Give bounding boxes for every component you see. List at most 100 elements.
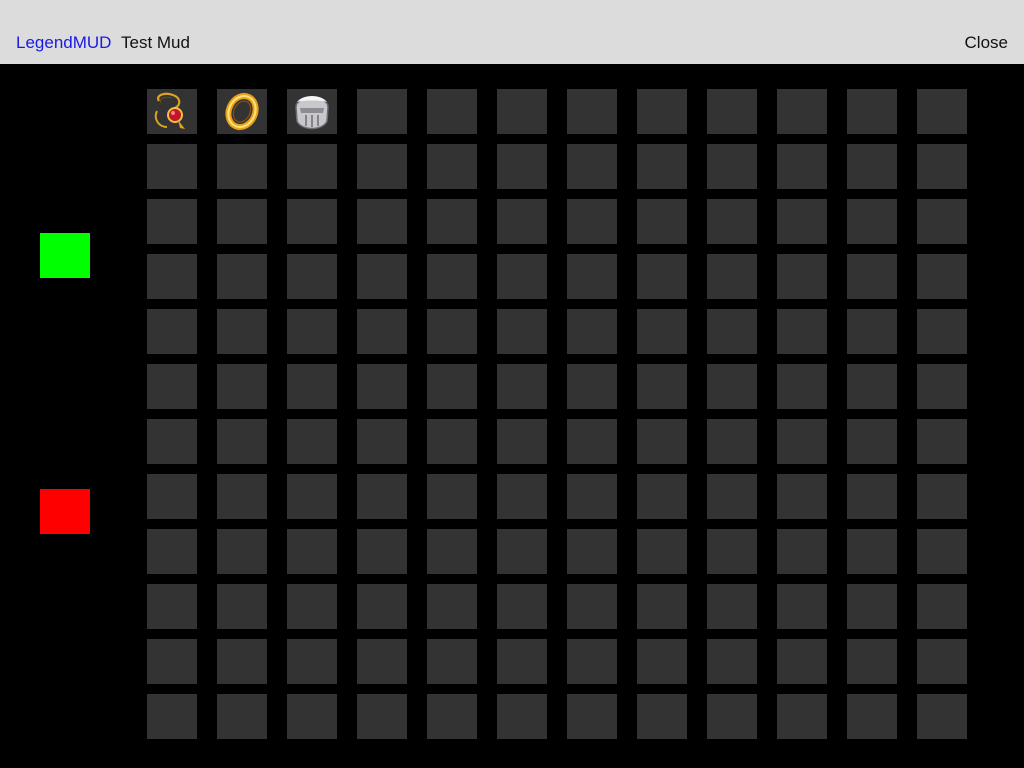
inventory-slot-empty[interactable]: [357, 419, 407, 464]
inventory-slot-empty[interactable]: [847, 474, 897, 519]
inventory-slot-empty[interactable]: [777, 529, 827, 574]
inventory-slot-empty[interactable]: [217, 529, 267, 574]
inventory-slot-empty[interactable]: [707, 639, 757, 684]
inventory-slot-empty[interactable]: [497, 199, 547, 244]
inventory-slot-empty[interactable]: [637, 254, 687, 299]
inventory-slot-empty[interactable]: [427, 89, 477, 134]
inventory-slot-empty[interactable]: [777, 199, 827, 244]
inventory-slot-empty[interactable]: [497, 144, 547, 189]
inventory-slot-empty[interactable]: [497, 364, 547, 409]
inventory-slot-item[interactable]: [287, 89, 337, 134]
inventory-slot-empty[interactable]: [917, 89, 967, 134]
inventory-slot-empty[interactable]: [357, 529, 407, 574]
inventory-slot-empty[interactable]: [847, 254, 897, 299]
inventory-slot-empty[interactable]: [637, 584, 687, 629]
inventory-slot-empty[interactable]: [847, 199, 897, 244]
inventory-slot-empty[interactable]: [707, 309, 757, 354]
inventory-slot-empty[interactable]: [847, 89, 897, 134]
inventory-slot-empty[interactable]: [917, 639, 967, 684]
inventory-slot-empty[interactable]: [847, 309, 897, 354]
inventory-slot-empty[interactable]: [917, 309, 967, 354]
inventory-slot-empty[interactable]: [917, 529, 967, 574]
inventory-slot-empty[interactable]: [357, 694, 407, 739]
inventory-slot-empty[interactable]: [147, 144, 197, 189]
inventory-slot-empty[interactable]: [707, 364, 757, 409]
inventory-slot-empty[interactable]: [357, 89, 407, 134]
inventory-slot-empty[interactable]: [287, 584, 337, 629]
inventory-slot-empty[interactable]: [917, 254, 967, 299]
inventory-slot-empty[interactable]: [357, 584, 407, 629]
inventory-slot-empty[interactable]: [777, 254, 827, 299]
inventory-slot-empty[interactable]: [637, 199, 687, 244]
inventory-slot-empty[interactable]: [147, 364, 197, 409]
inventory-slot-empty[interactable]: [147, 309, 197, 354]
inventory-slot-empty[interactable]: [637, 694, 687, 739]
inventory-slot-empty[interactable]: [357, 364, 407, 409]
inventory-slot-empty[interactable]: [777, 419, 827, 464]
inventory-slot-empty[interactable]: [567, 144, 617, 189]
inventory-slot-empty[interactable]: [217, 254, 267, 299]
inventory-slot-empty[interactable]: [147, 529, 197, 574]
inventory-slot-empty[interactable]: [217, 144, 267, 189]
inventory-slot-empty[interactable]: [847, 584, 897, 629]
inventory-slot-empty[interactable]: [427, 694, 477, 739]
inventory-slot-empty[interactable]: [287, 144, 337, 189]
inventory-slot-empty[interactable]: [917, 694, 967, 739]
inventory-slot-empty[interactable]: [427, 419, 477, 464]
inventory-slot-empty[interactable]: [567, 419, 617, 464]
inventory-slot-empty[interactable]: [917, 144, 967, 189]
inventory-slot-empty[interactable]: [707, 144, 757, 189]
inventory-slot-empty[interactable]: [637, 419, 687, 464]
inventory-slot-empty[interactable]: [707, 529, 757, 574]
inventory-slot-empty[interactable]: [847, 419, 897, 464]
inventory-slot-empty[interactable]: [777, 694, 827, 739]
close-button[interactable]: Close: [965, 33, 1008, 53]
inventory-slot-empty[interactable]: [497, 474, 547, 519]
inventory-slot-empty[interactable]: [217, 639, 267, 684]
inventory-slot-empty[interactable]: [917, 474, 967, 519]
inventory-slot-empty[interactable]: [567, 364, 617, 409]
inventory-slot-empty[interactable]: [217, 199, 267, 244]
inventory-slot-empty[interactable]: [777, 144, 827, 189]
inventory-slot-empty[interactable]: [637, 474, 687, 519]
inventory-slot-empty[interactable]: [147, 694, 197, 739]
inventory-slot-empty[interactable]: [777, 309, 827, 354]
inventory-slot-empty[interactable]: [637, 529, 687, 574]
inventory-slot-empty[interactable]: [567, 584, 617, 629]
inventory-slot-empty[interactable]: [847, 639, 897, 684]
inventory-slot-empty[interactable]: [497, 639, 547, 684]
inventory-slot-empty[interactable]: [567, 529, 617, 574]
inventory-slot-empty[interactable]: [287, 529, 337, 574]
inventory-slot-empty[interactable]: [217, 309, 267, 354]
inventory-slot-empty[interactable]: [777, 89, 827, 134]
inventory-slot-empty[interactable]: [707, 254, 757, 299]
inventory-slot-empty[interactable]: [357, 254, 407, 299]
inventory-slot-empty[interactable]: [357, 144, 407, 189]
inventory-slot-empty[interactable]: [567, 254, 617, 299]
inventory-slot-empty[interactable]: [567, 694, 617, 739]
inventory-slot-empty[interactable]: [147, 584, 197, 629]
inventory-slot-empty[interactable]: [357, 474, 407, 519]
inventory-slot-empty[interactable]: [497, 419, 547, 464]
inventory-slot-empty[interactable]: [637, 309, 687, 354]
inventory-slot-empty[interactable]: [147, 474, 197, 519]
inventory-slot-empty[interactable]: [847, 144, 897, 189]
legendmud-back-link[interactable]: LegendMUD: [16, 33, 111, 53]
inventory-slot-empty[interactable]: [707, 474, 757, 519]
inventory-slot-empty[interactable]: [217, 694, 267, 739]
inventory-slot-empty[interactable]: [427, 639, 477, 684]
inventory-slot-empty[interactable]: [637, 364, 687, 409]
inventory-slot-empty[interactable]: [287, 419, 337, 464]
inventory-slot-empty[interactable]: [707, 89, 757, 134]
inventory-slot-empty[interactable]: [497, 89, 547, 134]
inventory-slot-empty[interactable]: [637, 144, 687, 189]
inventory-slot-item[interactable]: [147, 89, 197, 134]
inventory-slot-empty[interactable]: [707, 199, 757, 244]
inventory-slot-empty[interactable]: [497, 254, 547, 299]
inventory-slot-empty[interactable]: [777, 584, 827, 629]
inventory-slot-empty[interactable]: [147, 639, 197, 684]
inventory-slot-empty[interactable]: [427, 529, 477, 574]
inventory-slot-empty[interactable]: [637, 89, 687, 134]
inventory-slot-empty[interactable]: [497, 529, 547, 574]
inventory-slot-empty[interactable]: [357, 199, 407, 244]
